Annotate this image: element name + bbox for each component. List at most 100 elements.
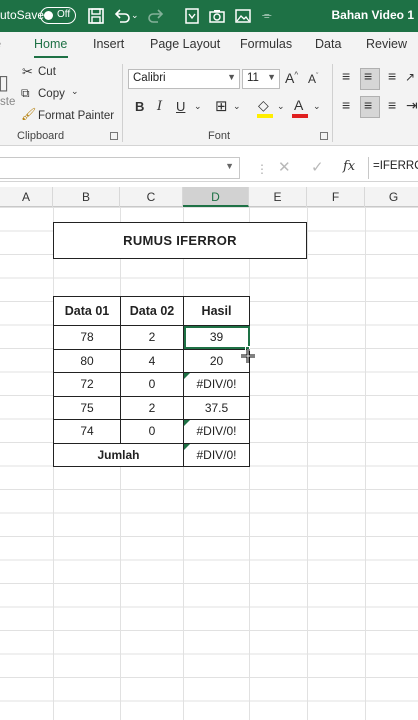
tab-home[interactable]: Home bbox=[34, 37, 67, 51]
cell[interactable]: 37.5 bbox=[183, 395, 250, 420]
borders-icon[interactable]: ⊞ bbox=[215, 97, 228, 115]
enter-icon[interactable]: ✓ bbox=[311, 158, 324, 176]
cut-icon[interactable]: ✂ bbox=[22, 64, 33, 80]
tab-page-layout[interactable]: Page Layout bbox=[150, 37, 220, 51]
active-cell[interactable]: 39 bbox=[183, 325, 250, 350]
format-painter-icon[interactable]: 🖌 bbox=[21, 107, 36, 121]
align-top-icon[interactable]: ≡ bbox=[342, 68, 350, 84]
column-header-g[interactable]: G bbox=[365, 187, 418, 207]
save-icon[interactable] bbox=[86, 6, 106, 26]
font-color-dropdown-icon[interactable]: ⌄ bbox=[313, 101, 321, 112]
cell[interactable]: 78 bbox=[53, 325, 121, 350]
paste-label[interactable]: ste bbox=[0, 96, 15, 108]
tab-insert[interactable]: Insert bbox=[93, 37, 124, 51]
indent-icon[interactable]: ⇥ bbox=[406, 97, 418, 114]
tab-data[interactable]: Data bbox=[315, 37, 341, 51]
font-group-label: Font bbox=[208, 130, 231, 142]
column-header-c[interactable]: C bbox=[120, 187, 183, 207]
error-cell[interactable]: #DIV/0! bbox=[183, 419, 250, 444]
toggle-label: Off bbox=[57, 9, 71, 20]
cell[interactable]: 2 bbox=[120, 395, 184, 420]
chevron-down-icon[interactable]: ▼ bbox=[225, 161, 234, 171]
column-header-e[interactable]: E bbox=[249, 187, 307, 207]
cut-button[interactable]: Cut bbox=[38, 66, 56, 78]
orientation-icon[interactable]: ↗ bbox=[405, 70, 415, 84]
cell[interactable]: 0 bbox=[120, 419, 184, 444]
align-center-icon: ≡ bbox=[364, 97, 373, 113]
insert-function-icon[interactable]: fx bbox=[343, 159, 355, 174]
table-total-row: Jumlah #DIV/0! bbox=[53, 442, 250, 467]
header-cell[interactable]: Hasil bbox=[183, 296, 250, 326]
cell[interactable]: 2 bbox=[120, 325, 184, 350]
camera-icon[interactable] bbox=[207, 6, 227, 26]
header-cell[interactable]: Data 02 bbox=[120, 296, 184, 326]
font-name-value: Calibri bbox=[133, 72, 166, 84]
customize-toolbar-icon[interactable]: ⌯ bbox=[262, 8, 282, 28]
paste-icon[interactable]: ▯ bbox=[0, 70, 9, 95]
redo-icon[interactable] bbox=[146, 6, 166, 26]
column-header-b[interactable]: B bbox=[53, 187, 120, 207]
column-header-f[interactable]: F bbox=[307, 187, 365, 207]
table-row: 75 2 37.5 bbox=[53, 395, 250, 420]
toggle-knob bbox=[44, 10, 53, 20]
title-bar: utoSave Off ⌄ ⌯ Bahan Video 1 bbox=[0, 0, 418, 32]
clipboard-launcher-icon[interactable] bbox=[110, 132, 118, 140]
ribbon-separator bbox=[122, 64, 123, 142]
cell[interactable]: 4 bbox=[120, 348, 184, 373]
font-name-combo[interactable]: Calibri ▼ bbox=[128, 69, 240, 89]
cell[interactable]: 74 bbox=[53, 419, 121, 444]
fill-color-dropdown-icon[interactable]: ⌄ bbox=[277, 101, 285, 112]
copy-button[interactable]: Copy bbox=[38, 88, 65, 100]
table-row: 72 0 #DIV/0! bbox=[53, 372, 250, 397]
document-title: Bahan Video 1 bbox=[331, 8, 414, 22]
font-color-swatch bbox=[292, 114, 308, 118]
shrink-font-icon[interactable]: Aˇ bbox=[308, 72, 318, 86]
underline-icon[interactable]: U bbox=[176, 99, 185, 114]
gridline bbox=[307, 207, 308, 720]
sheet-title-cell[interactable]: RUMUS IFERROR bbox=[53, 222, 307, 259]
font-launcher-icon[interactable] bbox=[320, 132, 328, 140]
column-header-d[interactable]: D bbox=[183, 187, 249, 207]
undo-icon[interactable] bbox=[112, 6, 132, 26]
tab-file[interactable]: e bbox=[0, 37, 1, 51]
tab-review[interactable]: Review bbox=[366, 37, 407, 51]
column-headers: A B C D E F G bbox=[0, 187, 418, 207]
image-icon[interactable] bbox=[233, 6, 253, 26]
cancel-icon[interactable]: ✕ bbox=[278, 158, 291, 176]
undo-dropdown-icon[interactable]: ⌄ bbox=[131, 10, 141, 30]
bold-icon[interactable]: B bbox=[135, 99, 144, 114]
underline-dropdown-icon[interactable]: ⌄ bbox=[194, 101, 202, 112]
font-size-combo[interactable]: 11 ▼ bbox=[242, 69, 280, 89]
cell[interactable]: 75 bbox=[53, 395, 121, 420]
format-painter-button[interactable]: Format Painter bbox=[38, 110, 114, 122]
copy-icon[interactable]: ⧉ bbox=[21, 86, 30, 101]
grow-font-icon[interactable]: A^ bbox=[285, 70, 298, 86]
chevron-down-icon[interactable]: ▼ bbox=[267, 72, 276, 82]
total-label-cell[interactable]: Jumlah bbox=[53, 442, 184, 467]
error-cell[interactable]: #DIV/0! bbox=[183, 442, 250, 467]
data-table: Data 01 Data 02 Hasil 78 2 39 80 4 20 72… bbox=[53, 296, 250, 467]
cell[interactable]: 72 bbox=[53, 372, 121, 397]
borders-dropdown-icon[interactable]: ⌄ bbox=[233, 101, 241, 112]
error-indicator-icon bbox=[184, 443, 190, 450]
error-cell[interactable]: #DIV/0! bbox=[183, 372, 250, 397]
font-color-icon[interactable]: A bbox=[294, 97, 303, 113]
italic-icon[interactable]: I bbox=[157, 99, 162, 114]
header-cell[interactable]: Data 01 bbox=[53, 296, 121, 326]
chevron-down-icon[interactable]: ▼ bbox=[227, 72, 236, 82]
fill-color-swatch bbox=[257, 114, 273, 118]
tab-formulas[interactable]: Formulas bbox=[240, 37, 292, 51]
align-left-icon[interactable]: ≡ bbox=[342, 97, 350, 113]
autosave-toggle[interactable]: Off bbox=[40, 7, 76, 24]
cell[interactable]: 0 bbox=[120, 372, 184, 397]
align-right-icon[interactable]: ≡ bbox=[388, 97, 396, 113]
column-header-a[interactable]: A bbox=[0, 187, 53, 207]
cell[interactable]: 80 bbox=[53, 348, 121, 373]
form-icon[interactable] bbox=[182, 6, 202, 26]
formula-input[interactable]: =IFERROR( bbox=[368, 157, 418, 179]
fill-color-icon[interactable]: ◇ bbox=[258, 97, 269, 114]
name-box[interactable]: ▼ bbox=[0, 157, 240, 179]
align-bottom-icon[interactable]: ≡ bbox=[388, 68, 396, 84]
autosave-label: utoSave bbox=[0, 8, 45, 22]
copy-dropdown-icon[interactable]: ⌄ bbox=[71, 86, 79, 97]
